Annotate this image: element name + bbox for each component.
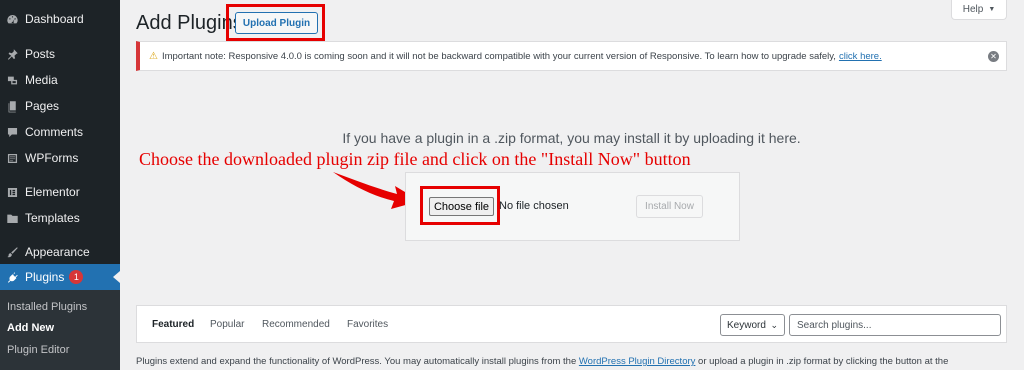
folder-icon (5, 211, 19, 225)
elementor-icon (5, 185, 19, 199)
file-status-text: No file chosen (499, 200, 569, 212)
menu-item-wpforms[interactable]: WPForms (0, 145, 120, 171)
menu-item-posts[interactable]: Posts (0, 41, 120, 67)
intro-text-after: or upload a plugin in .zip format by cli… (698, 356, 949, 367)
menu-label: Comments (25, 125, 84, 139)
tab-popular[interactable]: Popular (210, 319, 244, 330)
menu-item-elementor[interactable]: Elementor (0, 179, 120, 205)
tab-featured[interactable]: Featured (152, 319, 194, 330)
menu-item-plugins[interactable]: Plugins 1 (0, 264, 120, 290)
update-count-badge: 1 (69, 270, 84, 284)
menu-item-media[interactable]: Media (0, 67, 120, 93)
menu-label: Elementor (25, 185, 80, 199)
help-label: Help (962, 4, 984, 15)
upload-description: If you have a plugin in a .zip format, y… (342, 130, 801, 146)
notice-link[interactable]: click here. (839, 51, 882, 62)
pin-icon (5, 47, 19, 61)
upload-plugin-button[interactable]: Upload Plugin (235, 12, 318, 34)
menu-item-comments[interactable]: Comments (0, 119, 120, 145)
caret-down-icon: ▼ (988, 6, 996, 13)
admin-sidebar: Dashboard Posts Media Pages Comments WPF… (0, 0, 120, 370)
help-tab[interactable]: Help ▼ (951, 0, 1007, 20)
warning-icon: ⚠ (149, 50, 158, 62)
search-type-value: Keyword (727, 319, 766, 331)
menu-label: Appearance (25, 245, 90, 259)
plugin-filter-bar: Featured Popular Recommended Favorites K… (136, 305, 1007, 343)
submenu-installed-plugins[interactable]: Installed Plugins (7, 301, 87, 313)
brush-icon (5, 245, 19, 259)
submenu-add-new[interactable]: Add New (7, 322, 54, 334)
tab-recommended[interactable]: Recommended (262, 319, 330, 330)
important-notice: ⚠ Important note: Responsive 4.0.0 is co… (136, 41, 1007, 71)
dismiss-icon[interactable]: ✕ (988, 51, 999, 62)
media-icon (5, 73, 19, 87)
menu-item-templates[interactable]: Templates (0, 205, 120, 231)
menu-label: Dashboard (25, 12, 84, 26)
menu-label: Posts (25, 47, 56, 61)
tab-favorites[interactable]: Favorites (347, 319, 388, 330)
active-indicator (113, 271, 120, 283)
menu-label: WPForms (25, 151, 79, 165)
menu-label: Templates (25, 211, 80, 225)
menu-label: Plugins (25, 270, 65, 284)
dashboard-icon (5, 12, 19, 26)
plugin-directory-link[interactable]: WordPress Plugin Directory (579, 356, 696, 367)
search-type-select[interactable]: Keyword ⌄ (720, 314, 785, 336)
search-plugins-input[interactable] (789, 314, 1001, 336)
chevron-down-icon: ⌄ (770, 320, 778, 330)
notice-text: Important note: Responsive 4.0.0 is comi… (161, 50, 836, 62)
intro-text-before: Plugins extend and expand the functional… (136, 356, 577, 367)
wpforms-icon (5, 151, 19, 165)
menu-item-dashboard[interactable]: Dashboard (0, 6, 120, 32)
plugins-submenu: Installed Plugins Add New Plugin Editor (0, 290, 120, 370)
menu-item-appearance[interactable]: Appearance (0, 239, 120, 265)
menu-label: Media (25, 73, 58, 87)
choose-file-button[interactable]: Choose file (429, 197, 494, 216)
plugin-icon (5, 270, 19, 284)
comment-icon (5, 125, 19, 139)
plugins-intro-text: Plugins extend and expand the functional… (136, 356, 948, 367)
install-now-button[interactable]: Install Now (636, 195, 703, 218)
menu-label: Pages (25, 99, 60, 113)
pages-icon (5, 99, 19, 113)
submenu-plugin-editor[interactable]: Plugin Editor (7, 344, 69, 356)
menu-item-pages[interactable]: Pages (0, 93, 120, 119)
